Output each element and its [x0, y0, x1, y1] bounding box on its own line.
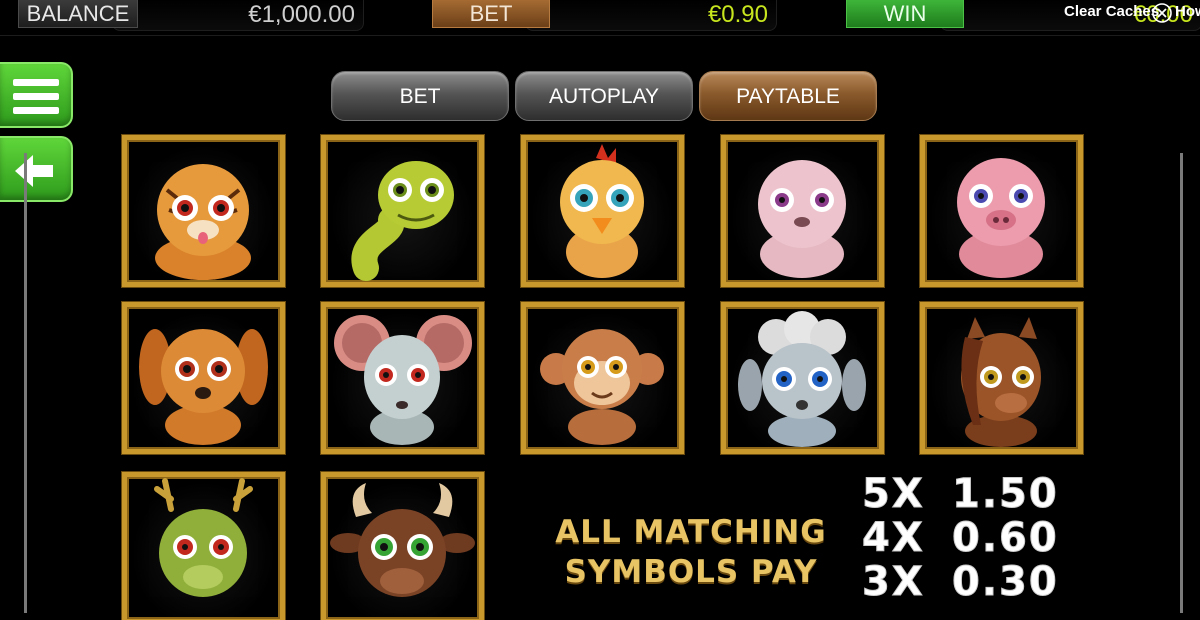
panel-right-border	[1180, 153, 1183, 613]
symbol-snake	[321, 135, 484, 287]
paytable-caption: ALL MATCHING SYMBOLS PAY	[546, 512, 836, 592]
symbol-ox	[321, 472, 484, 620]
payout-value: 0.60	[952, 515, 1059, 561]
symbol-dog	[122, 302, 285, 454]
symbol-rooster	[521, 135, 684, 287]
status-bar: €1,000.00 BALANCE €0.90 BET €0.00 WIN Cl…	[0, 0, 1200, 36]
paytable-caption-line2: SYMBOLS PAY	[564, 554, 818, 590]
payout-count: 3X	[862, 559, 925, 605]
payout-value: 0.30	[952, 559, 1059, 605]
payout-count: 4X	[862, 515, 925, 561]
close-icon[interactable]	[1151, 2, 1173, 24]
payout-value: 1.50	[952, 471, 1059, 517]
balance-value: €1,000.00	[112, 0, 364, 31]
tab-bet[interactable]: BET	[331, 71, 509, 121]
back-button[interactable]	[0, 136, 73, 202]
hamburger-menu-icon	[13, 79, 59, 114]
payout-row: 5X 1.50	[862, 471, 1059, 517]
bet-label: BET	[432, 0, 550, 28]
symbol-tiger	[122, 135, 285, 287]
symbol-pig	[920, 135, 1083, 287]
payout-count: 5X	[862, 471, 925, 517]
tab-autoplay[interactable]: AUTOPLAY	[515, 71, 693, 121]
arrow-left-icon	[15, 155, 53, 187]
symbol-dragon	[122, 472, 285, 620]
symbol-sheep	[721, 302, 884, 454]
menu-button[interactable]	[0, 62, 73, 128]
symbol-pig-pink	[721, 135, 884, 287]
win-label: WIN	[846, 0, 964, 28]
symbol-horse	[920, 302, 1083, 454]
paytable-caption-line1: ALL MATCHING	[555, 514, 827, 550]
symbol-rat	[321, 302, 484, 454]
payout-list: 5X 1.50 4X 0.60 3X 0.30	[862, 471, 1059, 605]
tab-paytable[interactable]: PAYTABLE	[699, 71, 877, 121]
bet-value: €0.90	[525, 0, 777, 31]
how-to-play-link[interactable]: How	[1175, 3, 1200, 20]
panel-left-border	[24, 153, 27, 613]
symbol-monkey	[521, 302, 684, 454]
payout-row: 3X 0.30	[862, 559, 1059, 605]
payout-row: 4X 0.60	[862, 515, 1059, 561]
balance-label: BALANCE	[18, 0, 138, 28]
clear-caches-link[interactable]: Clear Caches	[1064, 3, 1159, 20]
